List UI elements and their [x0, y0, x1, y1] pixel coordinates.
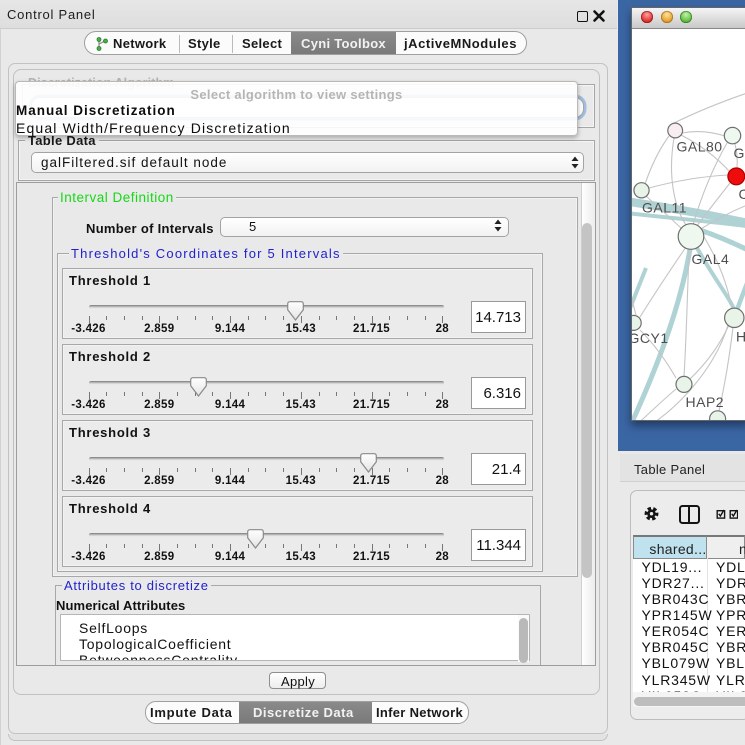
svg-text:GAL80: GAL80	[677, 139, 723, 155]
svg-text:GAL11: GAL11	[642, 200, 687, 216]
svg-text:GAL4: GAL4	[692, 251, 730, 267]
svg-text:C: C	[739, 186, 745, 202]
svg-text:HAP2: HAP2	[686, 394, 725, 410]
svg-text:H: H	[736, 329, 745, 345]
svg-text:GA: GA	[734, 145, 745, 161]
svg-text:GCY1: GCY1	[632, 330, 669, 346]
